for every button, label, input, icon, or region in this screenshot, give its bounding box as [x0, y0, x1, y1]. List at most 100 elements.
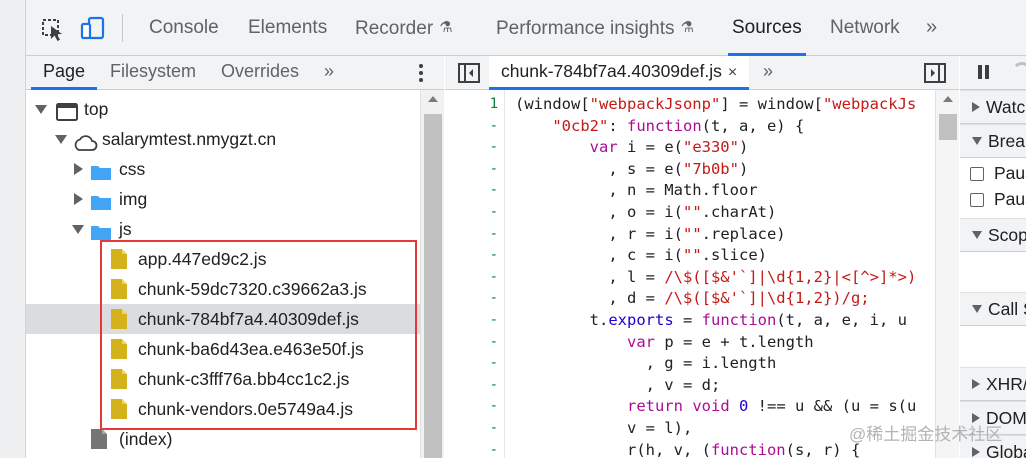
line-number[interactable]: - [458, 137, 498, 159]
tree-item-label: (index) [119, 429, 173, 449]
section-breakpoints[interactable]: Breakpoints [960, 124, 1026, 158]
code-line: , d = /\$([$&'`]|\d{1,2})/g; [515, 289, 870, 308]
code-line: , v = d; [515, 375, 721, 394]
line-number[interactable]: - [458, 440, 498, 458]
line-number[interactable]: - [458, 396, 498, 418]
tab-label: Filesystem [110, 61, 197, 81]
tab-console[interactable]: Console [149, 0, 219, 56]
scroll-up-arrow-icon[interactable] [943, 96, 953, 102]
expand-arrow-icon[interactable] [72, 225, 84, 234]
tab-label: Overrides [221, 61, 300, 81]
tab-label: Recorder [355, 18, 434, 39]
tab-filesystem[interactable]: Filesystem [110, 56, 196, 90]
scrollbar-thumb[interactable] [424, 114, 442, 458]
line-number[interactable]: - [458, 353, 498, 375]
section-label: Breakpoints [988, 131, 1026, 151]
expand-arrow-icon[interactable] [55, 135, 67, 144]
tree-item-index-document[interactable]: (index) [26, 424, 420, 454]
tab-label: Page [43, 61, 86, 81]
scroll-up-arrow-icon[interactable] [428, 96, 438, 102]
toggle-navigator-icon[interactable] [457, 61, 481, 85]
editor-file-tab[interactable]: chunk-784bf7a4.40309def.js × [489, 56, 750, 90]
navigator-tabs: Page Filesystem Overrides » [26, 56, 444, 90]
tree-item-label: img [119, 189, 148, 209]
line-number[interactable]: - [458, 245, 498, 267]
section-xhr-breakpoints[interactable]: XHR/fetch Breakpoints [960, 367, 1026, 401]
more-editor-tabs-button[interactable]: » [763, 56, 773, 90]
line-number[interactable]: - [458, 418, 498, 440]
more-options-icon[interactable] [418, 62, 424, 84]
tree-item-js-file[interactable]: app.447ed9c2.js [26, 244, 420, 274]
left-edge-strip [0, 0, 26, 458]
tree-item-js-file[interactable]: chunk-c3fff76a.bb4cc1c2.js [26, 364, 420, 394]
line-number[interactable]: - [458, 288, 498, 310]
section-label: Scope [988, 225, 1026, 245]
file-tree: top salarymtest.nmygzt.cn css img js app… [26, 90, 420, 458]
tab-performance-insights[interactable]: Performance insights ⚗ [496, 0, 694, 56]
line-number[interactable]: - [458, 116, 498, 138]
tree-item-domain[interactable]: salarymtest.nmygzt.cn [26, 124, 420, 154]
line-number[interactable]: - [458, 267, 498, 289]
tree-item-folder-img[interactable]: img [26, 184, 420, 214]
debugger-sidebar: Watch Breakpoints Pause on uncaught exce… [960, 56, 1026, 458]
tree-item-label: js [119, 219, 132, 239]
tab-page[interactable]: Page [30, 56, 98, 90]
editor-scrollbar[interactable] [935, 90, 959, 458]
line-number[interactable]: - [458, 180, 498, 202]
checkbox[interactable] [970, 193, 984, 207]
tree-item-js-file[interactable]: chunk-59dc7320.c39662a3.js [26, 274, 420, 304]
tree-item-label: chunk-59dc7320.c39662a3.js [138, 279, 367, 299]
tree-item-js-file[interactable]: chunk-vendors.0e5749a4.js [26, 394, 420, 424]
line-number[interactable]: - [458, 310, 498, 332]
tree-item-folder-css[interactable]: css [26, 154, 420, 184]
tree-item-top[interactable]: top [26, 94, 420, 124]
checkbox[interactable] [970, 167, 984, 181]
navigator-scrollbar[interactable] [420, 90, 444, 458]
file-tab-label: chunk-784bf7a4.40309def.js [501, 61, 722, 81]
experiment-flask-icon: ⚗ [680, 19, 694, 36]
watermark: @稀土掘金技术社区 [849, 425, 1003, 444]
line-number[interactable]: - [458, 375, 498, 397]
tab-sources[interactable]: Sources [728, 0, 806, 56]
scrollbar-thumb[interactable] [939, 114, 957, 140]
line-number[interactable]: - [458, 224, 498, 246]
close-icon[interactable]: × [728, 64, 737, 81]
more-tabs-button[interactable]: » [926, 0, 937, 56]
collapse-arrow-icon [972, 379, 980, 390]
inspect-element-icon[interactable] [40, 14, 66, 42]
code-line: var p = e + t.length [626, 332, 814, 351]
tree-item-folder-js[interactable]: js [26, 214, 420, 244]
line-number[interactable]: 1 [458, 94, 498, 116]
code-line: , s = e("7b0b") [515, 159, 749, 178]
section-watch[interactable]: Watch [960, 90, 1026, 124]
section-label: Watch [986, 97, 1026, 117]
editor-panel: chunk-784bf7a4.40309def.js × » 1---------… [445, 56, 959, 458]
tree-item-js-file-selected[interactable]: chunk-784bf7a4.40309def.js [26, 304, 420, 334]
collapse-arrow-icon[interactable] [74, 163, 83, 175]
device-toolbar-icon[interactable] [80, 14, 106, 42]
pause-icon[interactable] [978, 65, 992, 84]
line-number[interactable]: - [458, 159, 498, 181]
tab-network[interactable]: Network [830, 0, 900, 56]
tab-overrides[interactable]: Overrides [221, 56, 299, 90]
tab-elements[interactable]: Elements [248, 0, 327, 56]
section-scope[interactable]: Scope [960, 218, 1026, 252]
code-line: , l = /\$([$&'`]|\d{1,2}|<[^>]*>) [515, 267, 917, 286]
code-line: , r = i("".replace) [515, 224, 786, 243]
line-number[interactable]: - [458, 332, 498, 354]
expand-arrow-icon[interactable] [35, 105, 47, 114]
tree-item-js-file[interactable]: chunk-ba6d43ea.e463e50f.js [26, 334, 420, 364]
tab-recorder[interactable]: Recorder ⚗ [355, 0, 453, 56]
line-number-gutter[interactable]: 1---------------- [445, 90, 505, 458]
section-call-stack[interactable]: Call Stack [960, 292, 1026, 326]
toggle-debugger-icon[interactable] [923, 61, 947, 85]
more-navigator-tabs-button[interactable]: » [324, 56, 334, 90]
collapse-arrow-icon[interactable] [74, 193, 83, 205]
tree-item-label: chunk-vendors.0e5749a4.js [138, 399, 354, 419]
step-over-icon[interactable] [1012, 62, 1026, 82]
pause-caught-checkbox-row[interactable]: Pause on caught exceptions [960, 184, 1026, 214]
tree-item-label: chunk-c3fff76a.bb4cc1c2.js [138, 369, 350, 389]
code-line: t.exports = function(t, a, e, i, u [515, 311, 907, 329]
code-editor[interactable]: (window["webpackJsonp"] = window["webpac… [505, 90, 935, 458]
line-number[interactable]: - [458, 202, 498, 224]
